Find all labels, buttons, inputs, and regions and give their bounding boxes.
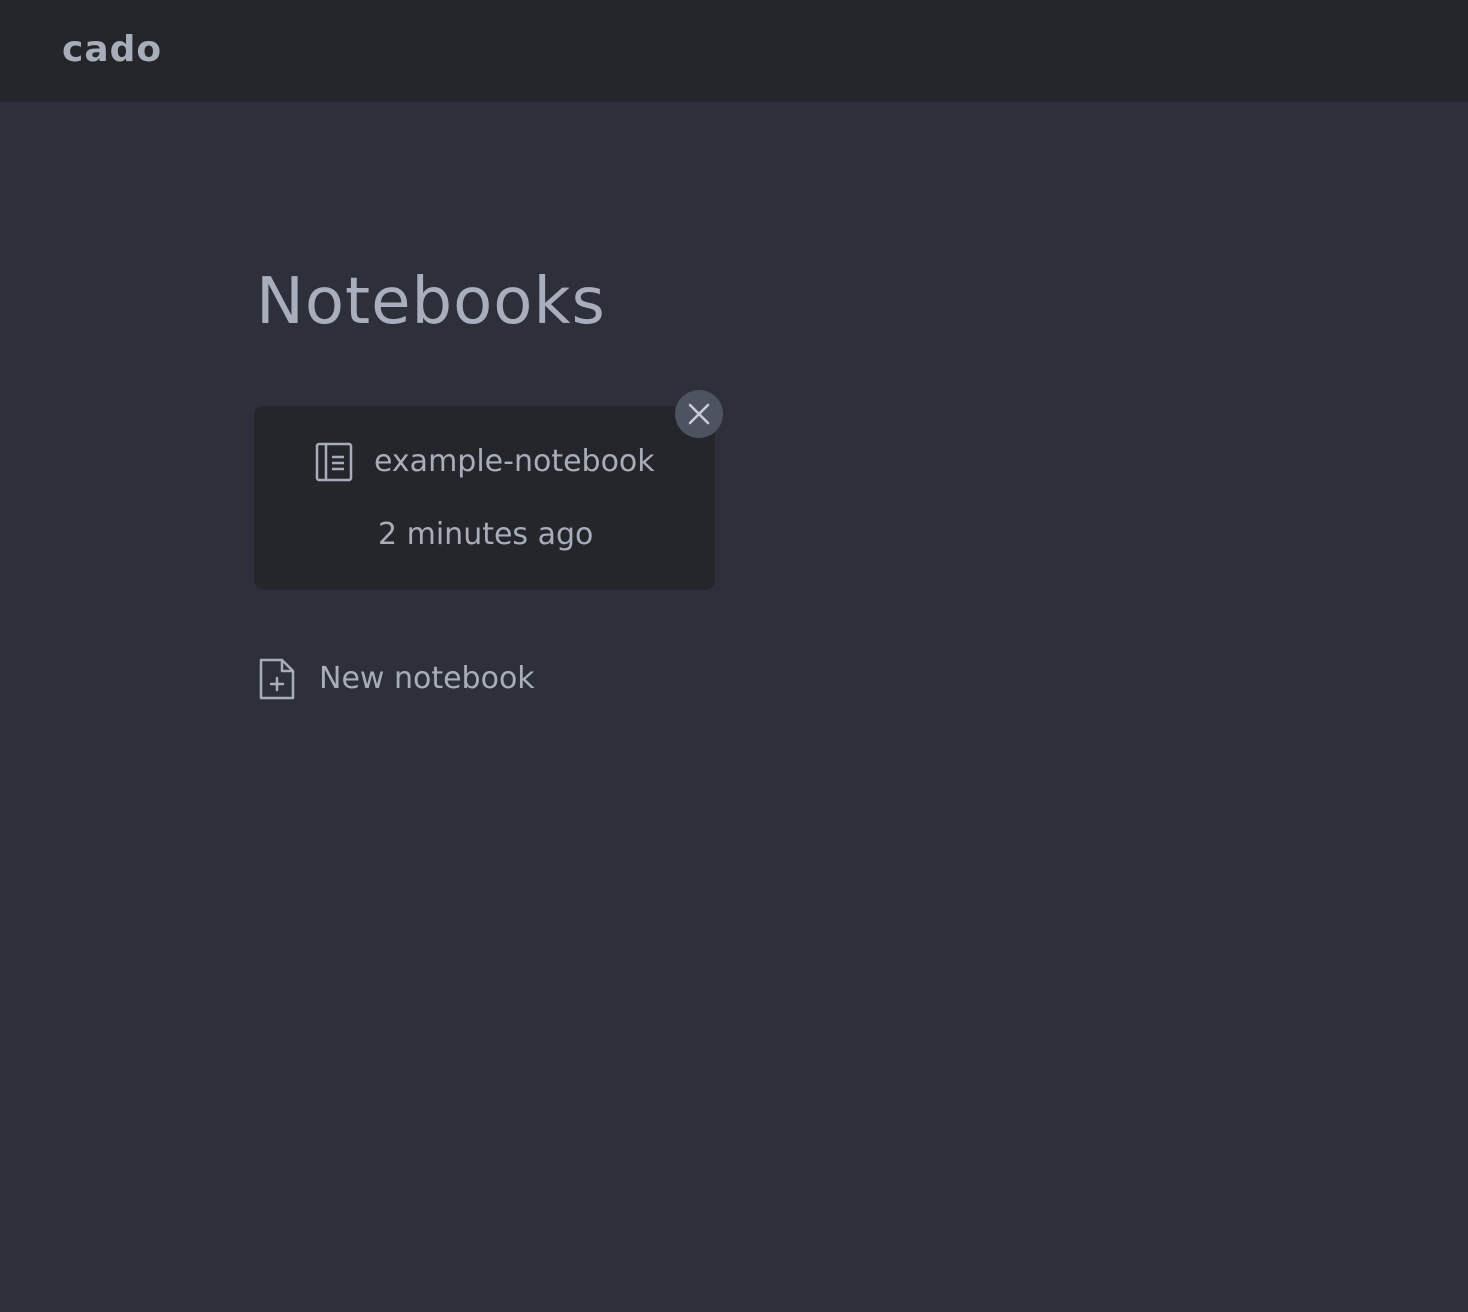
notebook-updated-time: 2 minutes ago xyxy=(378,517,594,552)
notebook-icon xyxy=(315,442,353,482)
delete-notebook-button[interactable] xyxy=(675,390,723,438)
file-plus-icon xyxy=(258,657,296,701)
new-notebook-label: New notebook xyxy=(319,661,535,696)
notebook-name: example-notebook xyxy=(374,444,655,479)
notebook-card[interactable]: example-notebook 2 minutes ago xyxy=(254,406,715,590)
close-icon xyxy=(688,403,710,425)
new-notebook-button[interactable]: New notebook xyxy=(258,655,578,703)
page-title: Notebooks xyxy=(256,265,606,339)
top-bar: cado xyxy=(0,0,1468,102)
brand-logo[interactable]: cado xyxy=(62,26,162,74)
